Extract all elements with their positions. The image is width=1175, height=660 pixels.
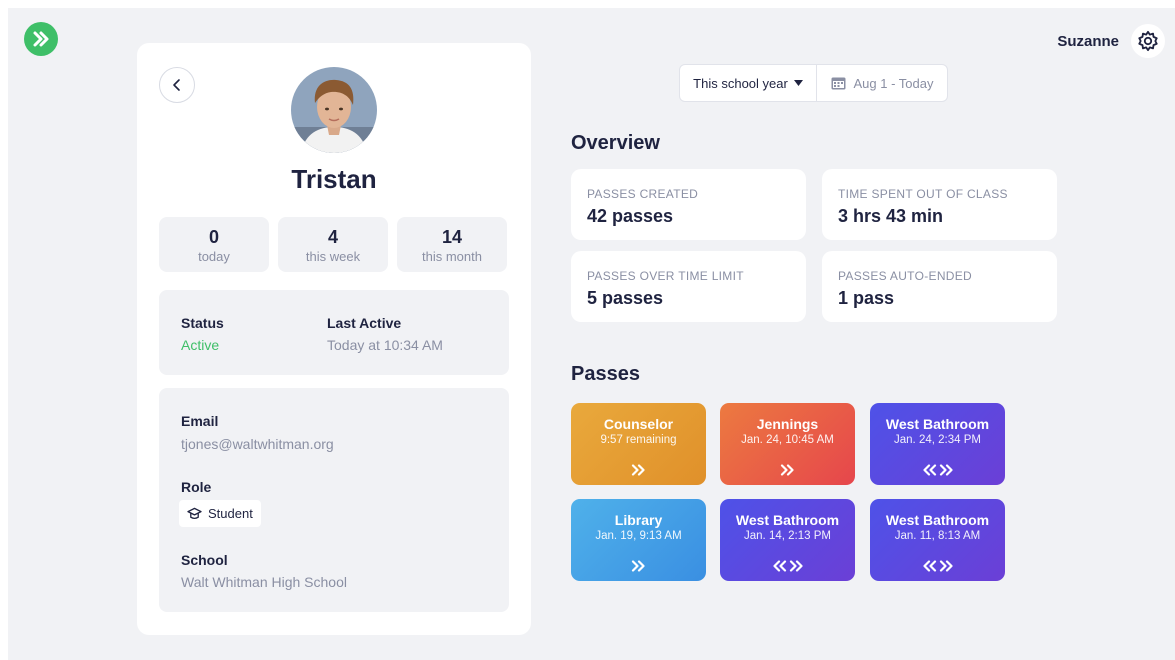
details-panel: Email tjones@waltwhitman.org Role Studen… [159, 388, 509, 612]
range-select[interactable]: This school year [680, 65, 817, 101]
last-active-value: Today at 10:34 AM [327, 337, 443, 353]
pass-tile[interactable]: West Bathroom Jan. 11, 8:13 AM [870, 499, 1005, 581]
stat-label: this week [305, 249, 361, 264]
stat-value: 4 [327, 227, 338, 247]
chevron-both-double-icon [922, 560, 953, 572]
back-button[interactable] [159, 67, 195, 103]
card-label: PASSES AUTO-ENDED [838, 269, 973, 283]
chevron-both-double-icon [772, 560, 803, 572]
status-label: Status [181, 315, 224, 331]
chevron-right-double-icon [631, 560, 645, 572]
role-label: Role [181, 479, 212, 495]
status-value: Active [181, 337, 220, 353]
last-active-label: Last Active [327, 315, 402, 331]
passes-created-card: PASSES CREATED 42 passes [571, 169, 806, 240]
pass-destination: West Bathroom [885, 416, 990, 432]
passes-auto-ended-card: PASSES AUTO-ENDED 1 pass [822, 251, 1057, 322]
chevron-right-double-icon [780, 464, 794, 476]
pass-tile[interactable]: Jennings Jan. 24, 10:45 AM [720, 403, 855, 485]
student-photo [291, 67, 377, 153]
caret-down-icon [793, 80, 803, 86]
pass-tile[interactable]: West Bathroom Jan. 14, 2:13 PM [720, 499, 855, 581]
settings-button[interactable] [1131, 24, 1165, 58]
pass-detail: Jan. 14, 2:13 PM [744, 530, 831, 542]
school-value: Walt Whitman High School [181, 574, 347, 590]
pass-detail: 9:57 remaining [600, 434, 677, 446]
student-profile-card: Tristan 0 today 4 this week 14 this mont… [137, 43, 531, 635]
user-name[interactable]: Suzanne [1057, 33, 1119, 50]
time-out-of-class-card: TIME SPENT OUT OF CLASS 3 hrs 43 min [822, 169, 1057, 240]
stat-label: this month [422, 249, 482, 264]
student-name: Tristan [291, 164, 377, 194]
email-value: tjones@waltwhitman.org [181, 436, 334, 452]
card-label: PASSES OVER TIME LIMIT [587, 269, 744, 283]
stat-value: 14 [441, 227, 463, 247]
pass-detail: Jan. 24, 2:34 PM [894, 434, 981, 446]
chevron-both-double-icon [922, 464, 953, 476]
range-select-label: This school year [693, 75, 788, 91]
pass-tile[interactable]: Counselor 9:57 remaining [571, 403, 706, 485]
pass-detail: Jan. 11, 8:13 AM [894, 530, 981, 542]
card-value: 1 pass [838, 288, 895, 308]
graduation-cap-icon [187, 507, 202, 520]
date-picker[interactable]: Aug 1 - Today [817, 65, 947, 101]
pass-destination: West Bathroom [735, 512, 840, 528]
pass-destination: West Bathroom [885, 512, 990, 528]
card-value: 3 hrs 43 min [838, 206, 944, 226]
card-value: 42 passes [587, 206, 674, 226]
pass-tile[interactable]: West Bathroom Jan. 24, 2:34 PM [870, 403, 1005, 485]
card-label: TIME SPENT OUT OF CLASS [838, 187, 1008, 201]
date-range-label: Aug 1 - Today [853, 75, 934, 91]
pass-detail: Jan. 24, 10:45 AM [741, 434, 834, 446]
chevron-left-icon [173, 79, 180, 91]
date-range-filter: This school year Aug 1 - Today [679, 64, 948, 102]
stat-this-week: 4 this week [278, 217, 388, 272]
calendar-icon [831, 77, 845, 90]
gear-icon [1138, 30, 1158, 52]
chevron-right-double-icon [631, 464, 645, 476]
role-badge: Student [179, 500, 261, 527]
card-label: PASSES CREATED [587, 187, 699, 201]
role-value: Student [208, 506, 253, 521]
passes-over-time-limit-card: PASSES OVER TIME LIMIT 5 passes [571, 251, 806, 322]
pass-destination: Jennings [756, 416, 819, 432]
app-logo[interactable] [24, 22, 58, 56]
overview-title: Overview [571, 132, 660, 154]
email-label: Email [181, 413, 219, 429]
pass-detail: Jan. 19, 9:13 AM [595, 530, 682, 542]
chevron-right-double-icon [33, 31, 49, 47]
avatar [291, 67, 377, 153]
pass-tile[interactable]: Library Jan. 19, 9:13 AM [571, 499, 706, 581]
school-label: School [181, 552, 228, 568]
pass-destination: Counselor [603, 416, 674, 432]
stat-value: 0 [208, 227, 219, 247]
stat-label: today [198, 249, 230, 264]
user-menu: Suzanne [1057, 24, 1165, 58]
passes-title: Passes [571, 363, 640, 385]
stat-today: 0 today [159, 217, 269, 272]
card-value: 5 passes [587, 288, 664, 308]
stat-this-month: 14 this month [397, 217, 507, 272]
pass-destination: Library [614, 512, 663, 528]
status-panel: Status Active Last Active Today at 10:34… [159, 290, 509, 375]
